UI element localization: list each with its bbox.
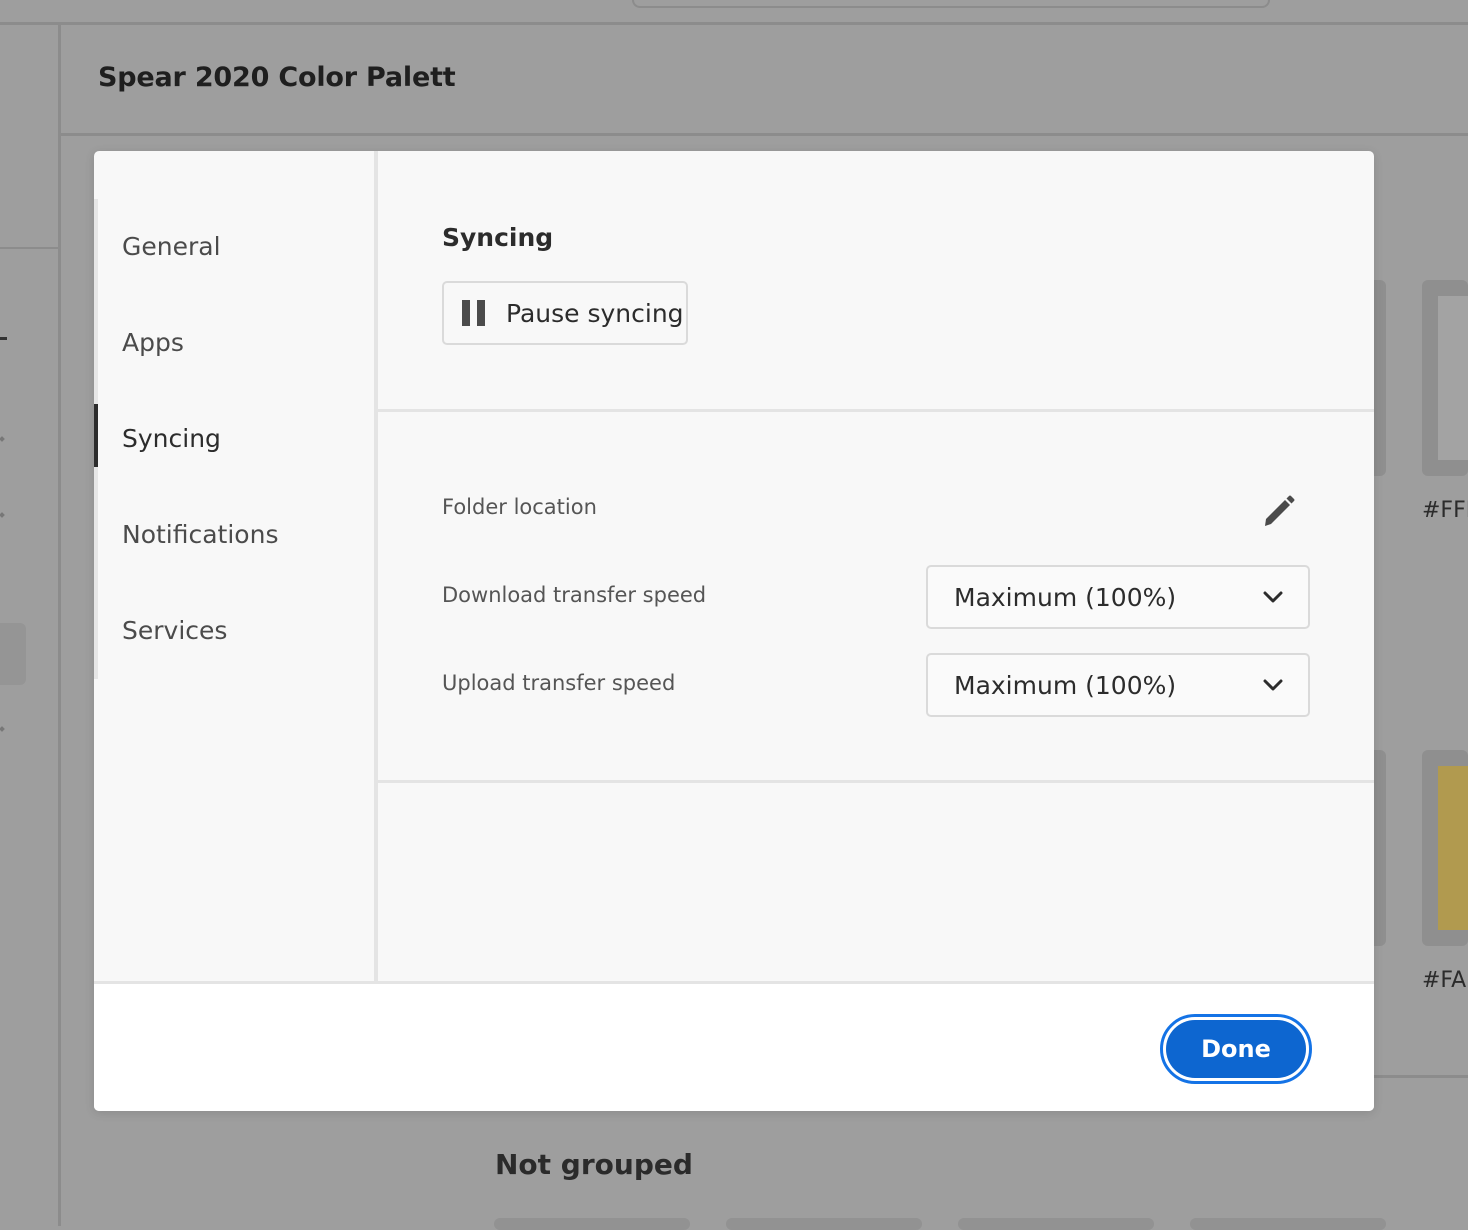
- section-divider: [378, 409, 1374, 412]
- color-swatch-card: [1422, 750, 1468, 946]
- background-chip: [494, 1218, 690, 1230]
- pencil-edit-icon[interactable]: [1258, 491, 1298, 531]
- sidebar-item-label: General: [122, 231, 221, 261]
- background-search-field: [632, 0, 1270, 8]
- sidebar-item-apps[interactable]: Apps: [94, 310, 374, 374]
- download-speed-value: Maximum (100%): [954, 582, 1177, 612]
- section-divider: [378, 780, 1374, 783]
- chevron-down-icon: [1263, 679, 1283, 691]
- syncing-panel: Syncing Pause syncing Folder location Do…: [378, 151, 1374, 981]
- rail-marker: [0, 337, 7, 340]
- background-left-rail: [0, 25, 61, 1226]
- upload-speed-label: Upload transfer speed: [442, 671, 676, 695]
- swatch-hex-label: #FFI: [1422, 498, 1468, 523]
- swatch-hex-label: #FAI: [1422, 968, 1468, 993]
- color-swatch: [1438, 296, 1468, 460]
- background-chip: [958, 1218, 1154, 1230]
- color-swatch: [1438, 766, 1468, 930]
- download-speed-picker[interactable]: Maximum (100%): [926, 565, 1310, 629]
- sidebar-item-label: Apps: [122, 327, 184, 357]
- preferences-dialog: General Apps Syncing Notifications Servi…: [94, 151, 1374, 1111]
- section-title: Syncing: [442, 223, 554, 252]
- preferences-sidebar: General Apps Syncing Notifications Servi…: [94, 151, 378, 981]
- sidebar-item-label: Services: [122, 615, 228, 645]
- rail-chevron-icon: [0, 512, 5, 518]
- dialog-footer: Done: [94, 981, 1374, 1111]
- chevron-down-icon: [1263, 591, 1283, 603]
- sidebar-item-services[interactable]: Services: [94, 598, 374, 662]
- group-heading: Not grouped: [495, 1148, 693, 1181]
- background-divider: [1374, 1075, 1468, 1078]
- rail-selected-item: [0, 623, 26, 685]
- upload-speed-value: Maximum (100%): [954, 670, 1177, 700]
- background-chip: [1190, 1218, 1386, 1230]
- rail-divider: [0, 247, 58, 249]
- sidebar-item-label: Notifications: [122, 519, 279, 549]
- background-header: Spear 2020 Color Palett: [61, 25, 1468, 136]
- done-button-label: Done: [1166, 1020, 1306, 1078]
- upload-speed-picker[interactable]: Maximum (100%): [926, 653, 1310, 717]
- library-title: Spear 2020 Color Palett: [98, 62, 456, 93]
- pause-syncing-button[interactable]: Pause syncing: [442, 281, 688, 345]
- pause-syncing-label: Pause syncing: [506, 298, 684, 328]
- sidebar-item-label: Syncing: [122, 423, 221, 453]
- rail-chevron-icon: [0, 726, 5, 732]
- color-swatch-card: [1422, 280, 1468, 476]
- sidebar-item-syncing[interactable]: Syncing: [94, 406, 374, 470]
- background-chip: [726, 1218, 922, 1230]
- folder-location-label: Folder location: [442, 495, 597, 519]
- sidebar-item-notifications[interactable]: Notifications: [94, 502, 374, 566]
- sidebar-item-general[interactable]: General: [94, 214, 374, 278]
- done-button[interactable]: Done: [1160, 1014, 1312, 1084]
- download-speed-label: Download transfer speed: [442, 583, 707, 607]
- pause-icon: [462, 300, 486, 326]
- rail-chevron-icon: [0, 436, 5, 442]
